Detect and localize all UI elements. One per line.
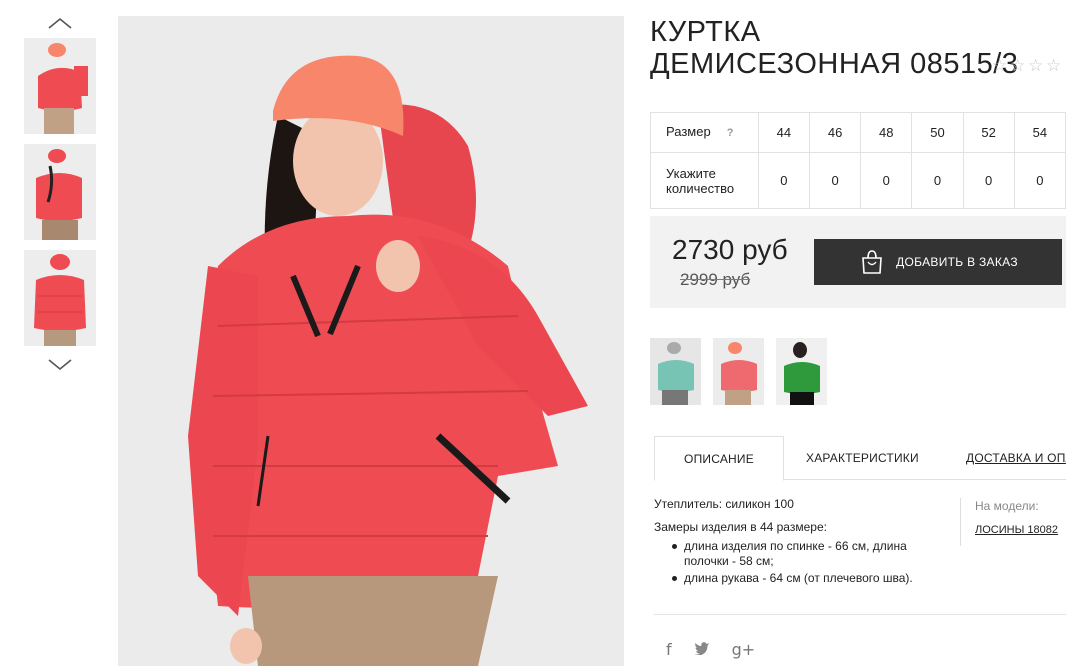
product-title: КУРТКА ДЕМИСЕЗОННАЯ 08515/3 xyxy=(650,16,1019,80)
google-plus-icon[interactable]: g+ xyxy=(732,640,756,659)
measures-heading: Замеры изделия в 44 размере: xyxy=(654,520,827,534)
size-table: Размер? 44 46 48 50 52 54 Укажите количе… xyxy=(650,112,1066,209)
thumbnail-column xyxy=(24,12,96,376)
model-info: На модели: ЛОСИНЫ 18082 xyxy=(960,498,1058,546)
old-price: 2999 руб xyxy=(680,270,751,289)
thumbnail-back[interactable] xyxy=(24,250,96,346)
size-label-cell: Размер? xyxy=(650,112,759,153)
size-52[interactable]: 52 xyxy=(962,112,1015,153)
facebook-icon[interactable]: f xyxy=(666,640,672,659)
tab-characteristics[interactable]: ХАРАКТЕРИСТИКИ xyxy=(806,436,919,481)
star-icon[interactable]: ☆ xyxy=(1028,58,1044,75)
star-icon[interactable]: ☆ xyxy=(1046,58,1062,75)
add-to-order-button[interactable]: ДОБАВИТЬ В ЗАКАЗ xyxy=(814,239,1062,285)
size-44[interactable]: 44 xyxy=(757,112,810,153)
color-variants xyxy=(650,338,827,405)
quantity-input-46[interactable]: 0 xyxy=(808,152,862,209)
quantity-input-44[interactable]: 0 xyxy=(757,152,810,209)
thumbnail-down-arrow-icon[interactable] xyxy=(24,354,96,376)
thumbnail-up-arrow-icon[interactable] xyxy=(24,12,96,34)
insulation-text: Утеплитель: силикон 100 xyxy=(654,497,794,511)
size-50[interactable]: 50 xyxy=(911,112,964,153)
star-icon[interactable]: ☆ xyxy=(992,58,1008,75)
size-46[interactable]: 46 xyxy=(808,112,862,153)
color-variant-green[interactable] xyxy=(776,338,827,405)
measures-list: длина изделия по спинке - 66 см, длина п… xyxy=(670,539,954,586)
rating-stars[interactable]: ☆ ☆ ☆ ☆ xyxy=(992,58,1062,75)
main-product-image[interactable] xyxy=(118,16,624,666)
thumbnail-front[interactable] xyxy=(24,38,96,134)
list-item: длина рукава - 64 см (от плечевого шва). xyxy=(670,571,954,586)
quantity-input-54[interactable]: 0 xyxy=(1013,152,1066,209)
product-info-panel: КУРТКА ДЕМИСЕЗОННАЯ 08515/3 ☆ ☆ ☆ ☆ Разм… xyxy=(650,16,1066,659)
description-content: Утеплитель: силикон 100 Замеры изделия в… xyxy=(654,496,954,588)
price-box: 2730 руб 2999 руб ДОБАВИТЬ В ЗАКАЗ xyxy=(650,216,1066,308)
list-item: длина изделия по спинке - 66 см, длина п… xyxy=(670,539,954,569)
divider xyxy=(654,614,1066,615)
size-label: Размер xyxy=(666,124,711,139)
current-price: 2730 руб xyxy=(672,234,788,265)
quantity-input-52[interactable]: 0 xyxy=(962,152,1015,209)
quantity-input-48[interactable]: 0 xyxy=(860,152,913,209)
thumbnail-side[interactable] xyxy=(24,144,96,240)
add-to-order-label: ДОБАВИТЬ В ЗАКАЗ xyxy=(896,255,1018,269)
star-icon[interactable]: ☆ xyxy=(1010,58,1026,75)
tab-description[interactable]: ОПИСАНИЕ xyxy=(654,436,784,481)
model-leggings-link[interactable]: ЛОСИНЫ 18082 xyxy=(975,524,1058,536)
size-48[interactable]: 48 xyxy=(860,112,913,153)
size-54[interactable]: 54 xyxy=(1013,112,1066,153)
color-variant-mint[interactable] xyxy=(650,338,701,405)
social-share: f g+ xyxy=(666,640,755,659)
shopping-bag-icon xyxy=(862,250,882,274)
quantity-label: Укажите количество xyxy=(650,152,759,209)
color-variant-coral[interactable] xyxy=(713,338,764,405)
tab-delivery[interactable]: ДОСТАВКА И ОПЛ xyxy=(966,436,1066,481)
model-label: На модели: xyxy=(975,499,1039,513)
quantity-input-50[interactable]: 0 xyxy=(911,152,964,209)
product-tabs: ОПИСАНИЕ ХАРАКТЕРИСТИКИ ДОСТАВКА И ОПЛ xyxy=(654,436,1066,481)
twitter-icon[interactable] xyxy=(694,640,710,659)
size-help-icon[interactable]: ? xyxy=(727,126,734,141)
